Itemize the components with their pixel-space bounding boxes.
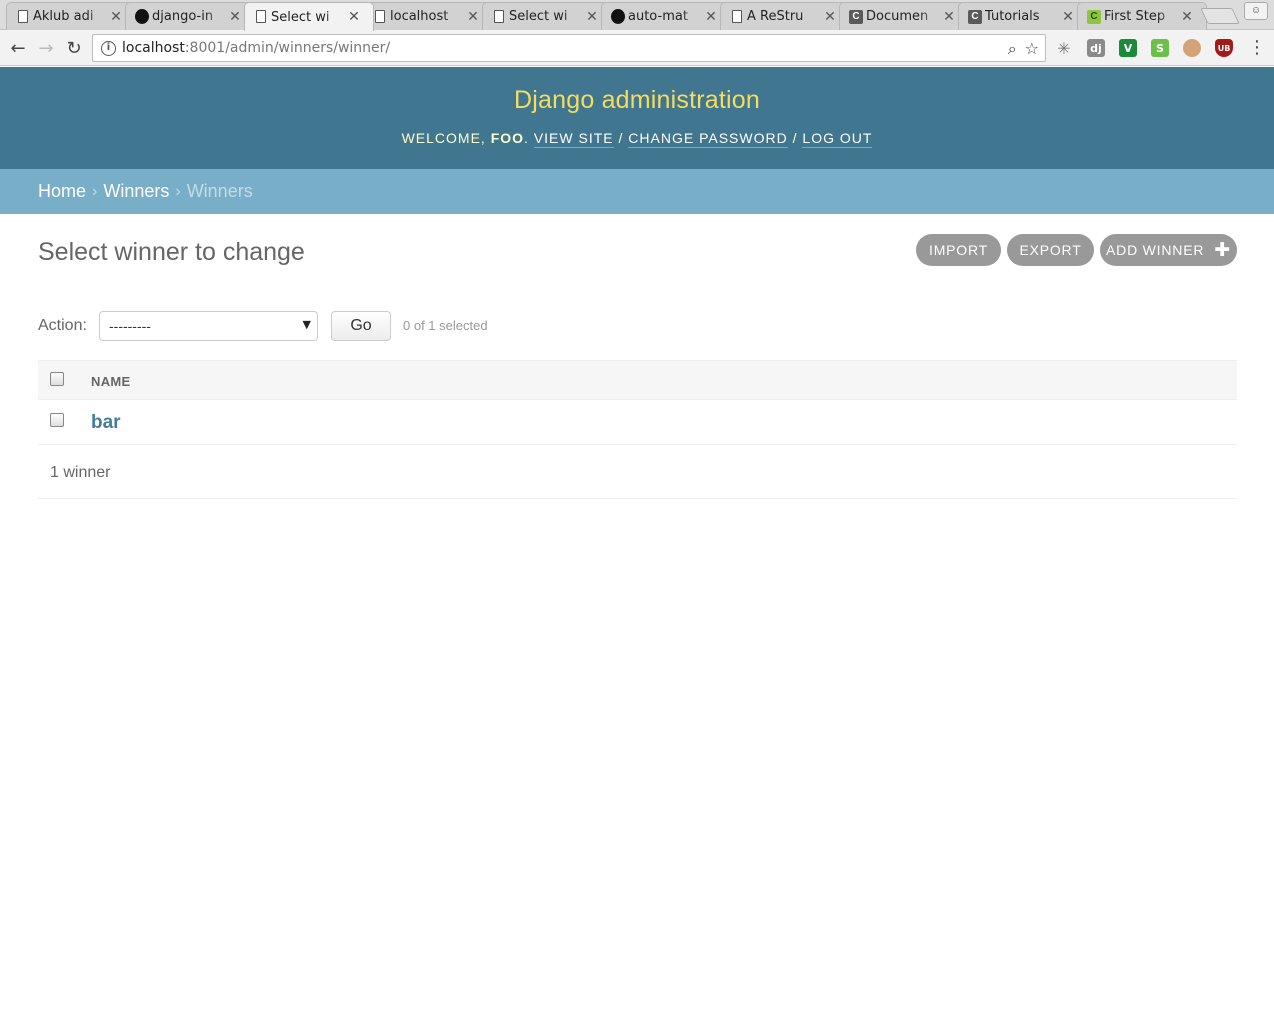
doc-icon [492,9,506,24]
doc-icon [16,9,30,24]
tab-title: A ReStru [747,9,804,24]
tab-title: localhost [390,9,449,24]
column-header-name[interactable]: Name [91,374,130,389]
table-row: bar [38,400,1237,445]
log-out-link[interactable]: Log out [802,130,873,148]
close-icon[interactable]: ✕ [942,9,956,25]
close-icon[interactable]: ✕ [585,9,599,25]
browser-tab-active[interactable]: Select wi ✕ [244,2,374,31]
browser-tab[interactable]: C Tutorials ✕ [958,2,1088,30]
action-selected-value: --------- [109,318,151,334]
winner-link[interactable]: bar [91,412,121,434]
export-label: Export [1019,242,1082,258]
tab-title: Documen [866,9,929,24]
browser-tab[interactable]: C First Step ✕ [1077,2,1207,30]
bookmark-star-icon[interactable]: ☆ [1025,39,1039,59]
info-icon[interactable]: i [101,40,116,56]
site-title[interactable]: Django administration [0,86,1274,115]
reload-icon[interactable]: ↻ [62,36,86,60]
c-icon: C [849,9,863,24]
breadcrumb: Home › Winners › Winners [0,169,1274,214]
tab-title: Tutorials [985,9,1040,24]
go-label: Go [350,317,372,334]
browser-tab[interactable]: auto-mat ✕ [601,2,731,30]
breadcrumb-current: Winners [186,181,253,201]
page-title: Select winner to change [38,238,305,266]
tab-title: auto-mat [628,9,688,24]
browser-tab[interactable]: django-in ✕ [125,2,255,30]
doc-icon [373,9,387,24]
tab-title: First Step [1104,9,1166,24]
breadcrumb-separator: › [92,182,98,200]
import-label: Import [929,242,988,258]
select-all-checkbox[interactable] [50,372,64,386]
browser-tab[interactable]: localhost ✕ [363,2,493,30]
evernote-icon[interactable]: S [1151,39,1169,57]
tab-title: Select wi [271,9,330,25]
view-site-link[interactable]: View site [533,130,614,148]
selection-counter: 0 of 1 selected [403,318,488,333]
table-header: Name [38,360,1237,400]
change-password-link[interactable]: Change password [628,130,788,148]
action-select[interactable]: --------- ▼ [99,311,318,341]
browser-tab[interactable]: Aklub adi ✕ [6,2,136,30]
doc-icon [730,9,744,24]
address-bar[interactable]: i localhost:8001/admin/winners/winner/ ⌕… [92,34,1046,62]
close-icon[interactable]: ✕ [109,9,123,25]
dropdown-arrow-icon: ▼ [302,318,311,331]
zoom-icon[interactable]: ⌕ [1008,39,1017,59]
results-table: Name bar [38,360,1237,445]
github-icon [135,9,149,24]
close-icon[interactable]: ✕ [823,9,837,25]
username: foo [490,130,525,146]
plus-icon: ✚ [1214,239,1231,261]
browser-tab[interactable]: A ReStru ✕ [720,2,850,30]
new-tab-button[interactable] [1200,8,1240,24]
c-icon: C [968,9,982,24]
action-label: Action: [38,317,87,334]
c-green-icon: C [1087,9,1101,24]
close-icon[interactable]: ✕ [1180,9,1194,25]
menu-icon[interactable]: ⋮ [1248,38,1266,58]
close-icon[interactable]: ✕ [347,9,361,25]
welcome-text: Welcome, [401,130,486,146]
browser-toolbar: ← → ↻ i localhost:8001/admin/winners/win… [0,30,1274,66]
url-host: localhost [122,40,185,56]
close-icon[interactable]: ✕ [704,9,718,25]
tab-title: django-in [152,9,214,24]
browser-tab[interactable]: Select wi ✕ [482,2,612,30]
profile-icon[interactable]: ☺ [1244,2,1268,20]
user-tools: Welcome, foo. View site / Change passwor… [401,130,873,148]
spark-icon[interactable]: ✳ [1055,39,1073,58]
vim-icon[interactable]: V [1119,39,1137,57]
export-button[interactable]: Export [1007,234,1094,266]
doc-icon [254,9,268,24]
url-path: :8001/admin/winners/winner/ [184,40,391,56]
go-button[interactable]: Go [331,311,391,341]
breadcrumb-app[interactable]: Winners [103,181,169,202]
tab-title: Aklub adi [33,9,94,24]
back-arrow-icon[interactable]: ← [6,36,30,60]
actions-bar: Action: --------- ▼ Go 0 of 1 selected [38,310,488,342]
close-icon[interactable]: ✕ [228,9,242,25]
ublock-icon[interactable]: UB [1215,39,1233,57]
django-icon[interactable]: dj [1087,39,1105,57]
breadcrumb-home[interactable]: Home [38,181,86,202]
tab-title: Select wi [509,9,568,24]
paginator: 1 winner [38,446,1237,499]
import-button[interactable]: Import [916,234,1001,266]
forward-arrow-icon[interactable]: → [34,36,58,60]
close-icon[interactable]: ✕ [1061,9,1075,25]
tab-strip: Aklub adi ✕ django-in ✕ Select wi ✕ loca… [0,0,1274,31]
add-winner-button[interactable]: Add winner ✚ [1100,234,1237,266]
admin-header: Django administration Welcome, foo. View… [0,67,1274,169]
github-icon [611,9,625,24]
row-checkbox[interactable] [50,413,64,427]
add-winner-label: Add winner [1106,242,1205,258]
close-icon[interactable]: ✕ [466,9,480,25]
breadcrumb-separator: › [175,182,181,200]
browser-tab[interactable]: C Documen ✕ [839,2,969,30]
color-icon[interactable] [1183,39,1201,57]
